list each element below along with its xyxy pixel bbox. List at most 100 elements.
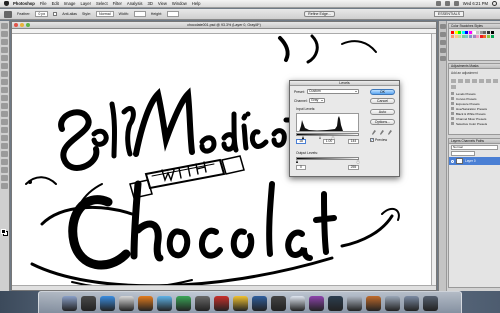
dock-app-icon[interactable] [366, 296, 381, 311]
color-swatch[interactable] [486, 31, 490, 34]
quick-select-tool-icon[interactable] [1, 47, 8, 53]
color-swatch[interactable] [451, 34, 454, 38]
options-button[interactable]: Options... [370, 119, 395, 125]
paragraph-panel-icon[interactable] [440, 48, 446, 53]
color-swatch[interactable] [483, 34, 487, 38]
preset-item[interactable]: Selective Color Presets [449, 121, 500, 126]
dock-app-icon[interactable] [62, 296, 77, 311]
spotlight-icon[interactable] [492, 1, 497, 6]
feather-input[interactable]: 0 px [35, 11, 49, 17]
channel-select[interactable]: Gray [309, 98, 325, 103]
apple-icon[interactable] [4, 1, 9, 6]
exposure-icon[interactable] [472, 79, 477, 83]
black-white-icon[interactable] [451, 85, 456, 89]
crop-tool-icon[interactable] [1, 55, 8, 61]
eyedropper-tool-icon[interactable] [1, 63, 8, 69]
height-input[interactable] [167, 11, 180, 17]
hand-tool-icon[interactable] [1, 175, 8, 181]
volume-icon[interactable] [444, 1, 450, 6]
3d-tool-icon[interactable] [1, 167, 8, 173]
lock-row[interactable] [451, 151, 475, 156]
dock-app-icon[interactable] [119, 296, 134, 311]
vibrance-icon[interactable] [479, 79, 484, 83]
color-swatch[interactable] [454, 31, 458, 34]
output-white-handle[interactable] [357, 160, 359, 163]
zoom-tool-icon[interactable] [1, 183, 8, 189]
style-select[interactable]: Normal [95, 11, 114, 17]
input-gamma-field[interactable]: 1.00 [323, 139, 335, 144]
clock[interactable]: Wed 6:21 PM [463, 1, 488, 6]
cancel-button[interactable]: Cancel [370, 98, 395, 104]
color-swatch[interactable] [468, 31, 472, 34]
black-eyedropper-icon[interactable] [372, 130, 376, 135]
color-swatch[interactable] [461, 34, 465, 38]
document-title-bar[interactable]: chocolate001.psd @ 93.3% (Layer 0, Gray/… [12, 22, 436, 29]
ok-button[interactable]: OK [370, 89, 395, 95]
layer-row[interactable]: Layer 0 [449, 157, 500, 165]
preview-checkbox[interactable]: Preview [370, 137, 387, 142]
marquee-tool-icon[interactable] [4, 10, 12, 18]
menu-layer[interactable]: Layer [80, 1, 90, 6]
dock-app-icon[interactable] [423, 296, 438, 311]
width-input[interactable] [133, 11, 146, 17]
output-black-handle[interactable] [296, 160, 298, 163]
input-levels-slider[interactable] [296, 133, 359, 139]
vertical-scrollbar[interactable] [431, 34, 436, 290]
history-panel-icon[interactable] [440, 24, 446, 29]
dock-app-icon[interactable] [157, 296, 172, 311]
workspace-switcher[interactable]: ESSENTIALS [433, 11, 464, 17]
curves-icon[interactable] [465, 79, 470, 83]
color-swatch[interactable] [490, 31, 494, 34]
menu-image[interactable]: Image [64, 1, 76, 6]
brushes-panel-icon[interactable] [440, 56, 446, 61]
color-swatch[interactable] [451, 31, 454, 34]
menu-select[interactable]: Select [96, 1, 108, 6]
dock-app-icon[interactable] [81, 296, 96, 311]
color-swatch[interactable] [472, 31, 476, 34]
output-black-field[interactable]: 0 [296, 165, 306, 170]
color-swatch[interactable] [472, 34, 476, 38]
auto-button[interactable]: Auto [370, 109, 395, 115]
clone-stamp-tool-icon[interactable] [1, 87, 8, 93]
color-swatch[interactable] [458, 31, 462, 34]
output-levels-slider[interactable] [296, 157, 359, 163]
color-balance-icon[interactable] [493, 79, 498, 83]
color-swatch[interactable] [479, 31, 483, 34]
menu-3d[interactable]: 3D [148, 1, 153, 6]
dock-app-icon[interactable] [328, 296, 343, 311]
menu-help[interactable]: Help [192, 1, 201, 6]
blend-mode-select[interactable]: Normal [451, 145, 498, 150]
color-swatch[interactable] [483, 31, 487, 34]
dock-app-icon[interactable] [176, 296, 191, 311]
path-selection-tool-icon[interactable] [1, 151, 8, 157]
hue-saturation-icon[interactable] [486, 79, 491, 83]
blur-tool-icon[interactable] [1, 119, 8, 125]
color-swatch[interactable] [490, 34, 494, 38]
eraser-tool-icon[interactable] [1, 103, 8, 109]
battery-icon[interactable] [453, 1, 459, 6]
color-swatch[interactable] [465, 31, 469, 34]
dock-app-icon[interactable] [290, 296, 305, 311]
menu-analysis[interactable]: Analysis [127, 1, 143, 6]
output-white-field[interactable]: 255 [348, 165, 359, 170]
color-swatch[interactable] [476, 34, 480, 38]
color-swatch[interactable] [479, 34, 483, 38]
actions-panel-icon[interactable] [440, 32, 446, 37]
color-swatch[interactable] [458, 34, 462, 38]
eye-icon[interactable] [451, 159, 454, 163]
menu-edit[interactable]: Edit [52, 1, 59, 6]
dock-app-icon[interactable] [252, 296, 267, 311]
input-black-field[interactable]: 18 [296, 139, 306, 144]
wifi-icon[interactable] [435, 1, 441, 6]
type-tool-icon[interactable] [1, 143, 8, 149]
foreground-color-swatch[interactable] [1, 229, 6, 234]
dock-app-icon[interactable] [385, 296, 400, 311]
menu-file[interactable]: File [40, 1, 47, 6]
gradient-tool-icon[interactable] [1, 111, 8, 117]
levels-icon[interactable] [458, 79, 463, 83]
menu-window[interactable]: Window [172, 1, 187, 6]
character-panel-icon[interactable] [440, 40, 446, 45]
brightness-contrast-icon[interactable] [451, 79, 456, 83]
dock-app-icon[interactable] [100, 296, 115, 311]
dock-app-icon[interactable] [404, 296, 419, 311]
